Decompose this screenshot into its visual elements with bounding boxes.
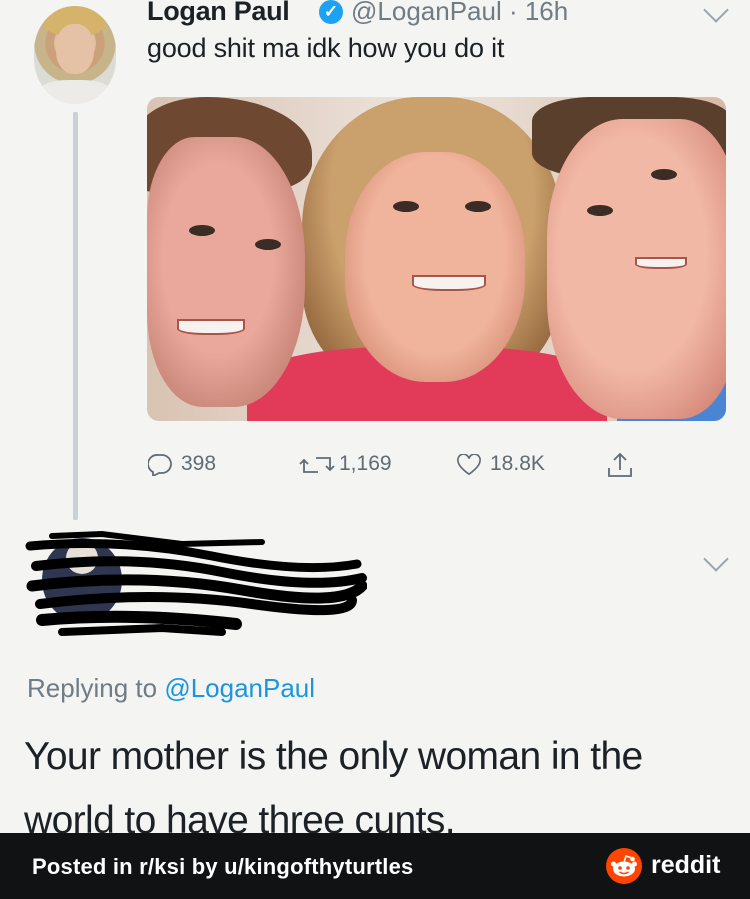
replying-to-line: Replying to @LoganPaul xyxy=(27,673,315,704)
replying-prefix: Replying to xyxy=(27,673,165,703)
reddit-alien-logo-icon xyxy=(606,848,642,884)
chevron-down-icon[interactable] xyxy=(703,0,729,23)
chevron-down-icon[interactable] xyxy=(703,546,729,572)
photo-right-boy-face xyxy=(547,119,726,419)
separator: · xyxy=(501,0,525,26)
reply-count[interactable]: 398 xyxy=(181,452,216,476)
photo-eye xyxy=(393,201,419,212)
username-link[interactable]: u/kingofthyturtles xyxy=(224,854,413,879)
photo-eye xyxy=(651,169,677,180)
retweet-count[interactable]: 1,169 xyxy=(339,452,392,476)
tweet-text: good shit ma idk how you do it xyxy=(147,33,505,63)
posted-in-line: Posted in r/ksi by u/kingofthyturtles xyxy=(32,854,413,880)
reddit-wordmark: reddit xyxy=(651,851,721,879)
photo-eye xyxy=(255,239,281,250)
like-count[interactable]: 18.8K xyxy=(490,452,545,476)
tweet-photo[interactable] xyxy=(147,97,726,421)
photo-left-boy-face xyxy=(147,137,305,407)
tweet-time[interactable]: 16h xyxy=(525,0,568,26)
speech-bubble-icon[interactable] xyxy=(148,454,172,476)
by-label: by xyxy=(185,854,225,879)
photo-woman-face xyxy=(345,152,525,382)
photo-eye xyxy=(465,201,491,212)
verified-badge-icon: ✓ xyxy=(319,0,343,24)
author-name[interactable]: Logan Paul xyxy=(147,0,290,27)
posted-in-label: Posted in xyxy=(32,854,140,879)
photo-eye xyxy=(189,225,215,236)
author-handle-time[interactable]: @LoganPaul · 16h xyxy=(351,0,568,27)
author-handle[interactable]: @LoganPaul xyxy=(351,0,502,26)
avatar-shirt xyxy=(38,80,112,104)
retweet-arrows-icon[interactable] xyxy=(299,454,335,476)
reddit-footer-bar: Posted in r/ksi by u/kingofthyturtles re… xyxy=(0,833,750,899)
subreddit-link[interactable]: r/ksi xyxy=(139,854,185,879)
photo-mouth xyxy=(635,257,687,269)
reddit-alien-icon xyxy=(611,854,637,877)
tweet-action-bar: 398 1,169 18.8K xyxy=(0,448,750,488)
redacted-reply-author-scribble xyxy=(25,530,367,636)
replying-mention-link[interactable]: @LoganPaul xyxy=(164,673,315,703)
heart-icon[interactable] xyxy=(455,454,483,476)
author-avatar[interactable] xyxy=(34,6,116,104)
share-upload-icon[interactable] xyxy=(605,450,635,480)
avatar-face xyxy=(56,24,94,74)
photo-mouth xyxy=(177,319,245,335)
photo-mouth xyxy=(412,275,486,291)
photo-eye xyxy=(587,205,613,216)
